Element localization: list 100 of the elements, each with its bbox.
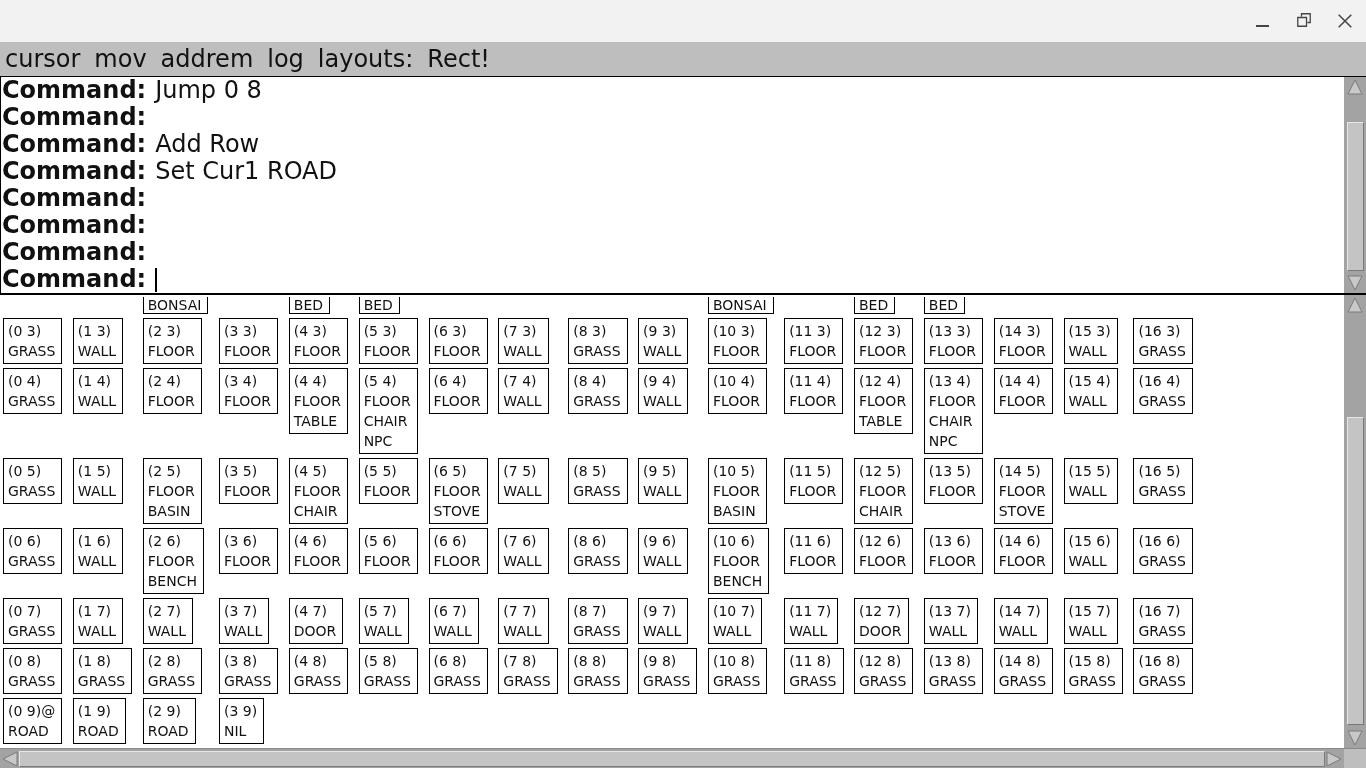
terrain-label: FLOOR [789,482,837,501]
terrain-label: FLOOR [363,552,411,571]
terrain-label: GRASS [8,622,56,641]
cell-coordinates: (10 7) [712,602,756,621]
terrain-label: FLOOR [998,342,1046,361]
menu-item[interactable]: addrem [160,45,254,73]
cell-coordinates: (9 5) [643,462,678,481]
menu-item[interactable]: mov [94,45,147,73]
terrain-label: DOOR [293,622,337,641]
terrain-label: WALL [643,392,682,411]
cell-coordinates: (15 3) [1068,322,1111,341]
terrain-label: WALL [643,482,682,501]
cell-coordinates: (3 5) [223,462,259,481]
menu-item[interactable]: log [267,45,304,73]
scroll-down-icon[interactable] [1347,275,1363,291]
cell-coordinates: (6 3) [433,322,468,341]
terrain-label: WALL [77,482,117,501]
terrain-label: WALL [1068,622,1108,641]
terrain-label: GRASS [859,672,907,691]
cell-coordinates: (16 6) [1138,532,1182,551]
terrain-label: GRASS [503,672,551,691]
terrain-label: FLOOR [363,342,411,361]
cell-coordinates: (0 8) [8,652,43,671]
scroll-up-icon[interactable] [1347,79,1363,95]
menu-item[interactable]: layouts: [317,45,414,73]
scroll-down-icon[interactable] [1347,730,1363,746]
cell-coordinates: (9 8) [643,652,678,671]
scroll-up-icon[interactable] [1347,297,1363,313]
cell-coordinates: (8 6) [573,532,608,551]
cell-coordinates: (14 7) [998,602,1041,621]
terrain-label: WALL [503,552,542,571]
terrain-label: FLOOR [433,342,481,361]
cell-coordinates: (10 6) [712,532,757,551]
terrain-label: FLOOR [223,342,272,361]
cell-coordinates: (8 4) [573,372,608,391]
cell-coordinates: (7 8) [503,652,538,671]
terrain-label: FLOOR [223,482,272,501]
cell-coordinates: (14 6) [998,532,1042,551]
cell-coordinates: (6 6) [433,532,468,551]
object-label: NPC [363,432,394,451]
terrain-label: WALL [712,622,753,641]
terrain-label: WALL [77,552,117,571]
cell-coordinates: (3 7) [223,602,259,621]
terrain-label: FLOOR [433,552,481,571]
cell-coordinates: (9 4) [643,372,678,391]
terrain-label: WALL [1068,392,1108,411]
object-label: BENCH [712,572,763,591]
cell-coordinates: (0 3) [8,322,43,341]
terrain-label: FLOOR [928,552,976,571]
cell-coordinates: (5 8) [363,652,398,671]
terrain-label: FLOOR [712,482,761,501]
cell-coordinates: (13 3) [928,322,972,341]
cell-coordinates: (4 4) [293,372,328,391]
terrain-label: FLOOR [789,392,837,411]
terrain-label: FLOOR [147,482,195,501]
scrollbar-thumb[interactable] [19,750,1325,767]
menu-item[interactable]: cursor [5,45,81,73]
terrain-label: GRASS [363,672,411,691]
command-prompt: Command: [2,104,147,131]
terrain-label: FLOOR [293,342,341,361]
terrain-label: GRASS [1138,392,1186,411]
cell-coordinates: (3 9) [223,702,258,721]
cell-coordinates: (12 7) [859,602,902,621]
terrain-label: WALL [77,342,117,361]
cell-coordinates: (1 4) [77,372,113,391]
cell-coordinates: (14 5) [998,462,1042,481]
cell-coordinates: (13 6) [928,532,972,551]
map-scrollbar[interactable] [1344,295,1366,748]
object-label: STOVE [998,502,1046,521]
terrain-label: WALL [363,622,402,641]
cell-coordinates: (16 7) [1138,602,1182,621]
terrain-label: GRASS [433,672,481,691]
cell-coordinates: (6 4) [433,372,468,391]
terrain-label: FLOOR [928,392,976,411]
scrollbar-corner [1344,748,1366,768]
terrain-label: WALL [1068,482,1108,501]
cell-coordinates: (5 5) [363,462,398,481]
object-label: BENCH [147,572,197,591]
command-prompt: Command: [2,239,147,266]
command-prompt: Command: [2,158,147,185]
terrain-label: FLOOR [147,552,196,571]
log-scrollbar[interactable] [1344,77,1366,293]
scrollbar-thumb[interactable] [1346,417,1364,725]
horizontal-scrollbar[interactable] [0,748,1344,768]
scrollbar-thumb[interactable] [1346,122,1364,271]
cell-coordinates: (12 6) [859,532,903,551]
terrain-label: GRASS [573,622,621,641]
object-label: CHAIR [363,412,409,431]
restore-icon [1296,13,1311,27]
cell-coordinates: (8 3) [573,322,608,341]
terrain-label: FLOOR [223,392,272,411]
terrain-label: WALL [1068,342,1108,361]
cell-coordinates: (7 7) [503,602,538,621]
cell-coordinates: (9 6) [643,532,678,551]
cell-coordinates: (0 9)@ [8,702,56,721]
cell-coordinates: (11 8) [789,652,833,671]
cell-coordinates: (1 8) [77,652,113,671]
menu-item[interactable]: Rect! [427,45,490,73]
object-label: NPC [928,432,959,451]
cell-coordinates: (1 5) [77,462,113,481]
